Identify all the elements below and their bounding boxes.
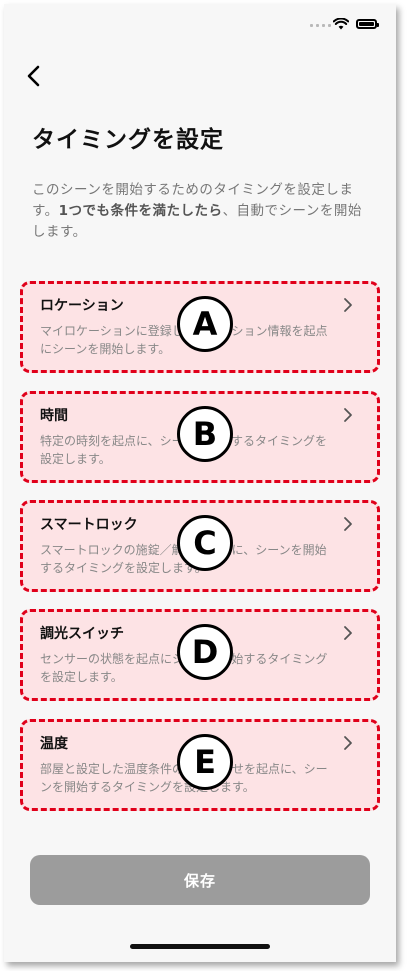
app-screen: タイミングを設定 このシーンを開始するためのタイミングを設定します。1つでも条件… — [4, 4, 396, 962]
chevron-right-icon — [344, 626, 352, 640]
annotation-badge: B — [177, 406, 233, 462]
option-title: 時間 — [40, 408, 68, 424]
annotation-badge: E — [177, 734, 233, 790]
option-title: ロケーション — [40, 298, 124, 314]
back-arrow-icon[interactable] — [20, 62, 48, 90]
chevron-right-icon — [344, 408, 352, 422]
option-title: 温度 — [40, 736, 68, 752]
signal-icon — [310, 24, 331, 27]
option-location[interactable]: ロケーション マイロケーションに登録したロケーション情報を起点にシーンを開始しま… — [20, 281, 380, 373]
status-bar — [4, 4, 396, 44]
annotation-badge: D — [177, 624, 233, 680]
option-temperature[interactable]: 温度 部屋と設定した温度条件の組み合わせを起点に、シーンを開始するタイミングを設… — [20, 719, 380, 811]
option-smart-lock[interactable]: スマートロック スマートロックの施錠／解錠を起点に、シーンを開始するタイミングを… — [20, 500, 380, 592]
chevron-right-icon — [344, 736, 352, 750]
description-emphasis: 1つでも条件を満たしたら — [58, 203, 223, 219]
battery-icon — [356, 19, 379, 29]
save-button[interactable]: 保存 — [30, 855, 370, 905]
wifi-icon — [333, 18, 349, 30]
option-title: 調光スイッチ — [40, 626, 124, 642]
annotation-badge: A — [177, 296, 233, 352]
option-time[interactable]: 時間 特定の時刻を起点に、シーンを開始するタイミングを設定します。 B — [20, 391, 380, 483]
annotation-badge: C — [177, 515, 233, 571]
option-title: スマートロック — [40, 517, 138, 533]
page-title: タイミングを設定 — [32, 127, 224, 153]
chevron-right-icon — [344, 517, 352, 531]
page-description: このシーンを開始するためのタイミングを設定します。1つでも条件を満たしたら、自動… — [32, 180, 372, 243]
chevron-right-icon — [344, 298, 352, 312]
option-dimmer-switch[interactable]: 調光スイッチ センサーの状態を起点にシーンを開始するタイミングを設定します。 D — [20, 609, 380, 701]
home-indicator — [130, 944, 270, 949]
